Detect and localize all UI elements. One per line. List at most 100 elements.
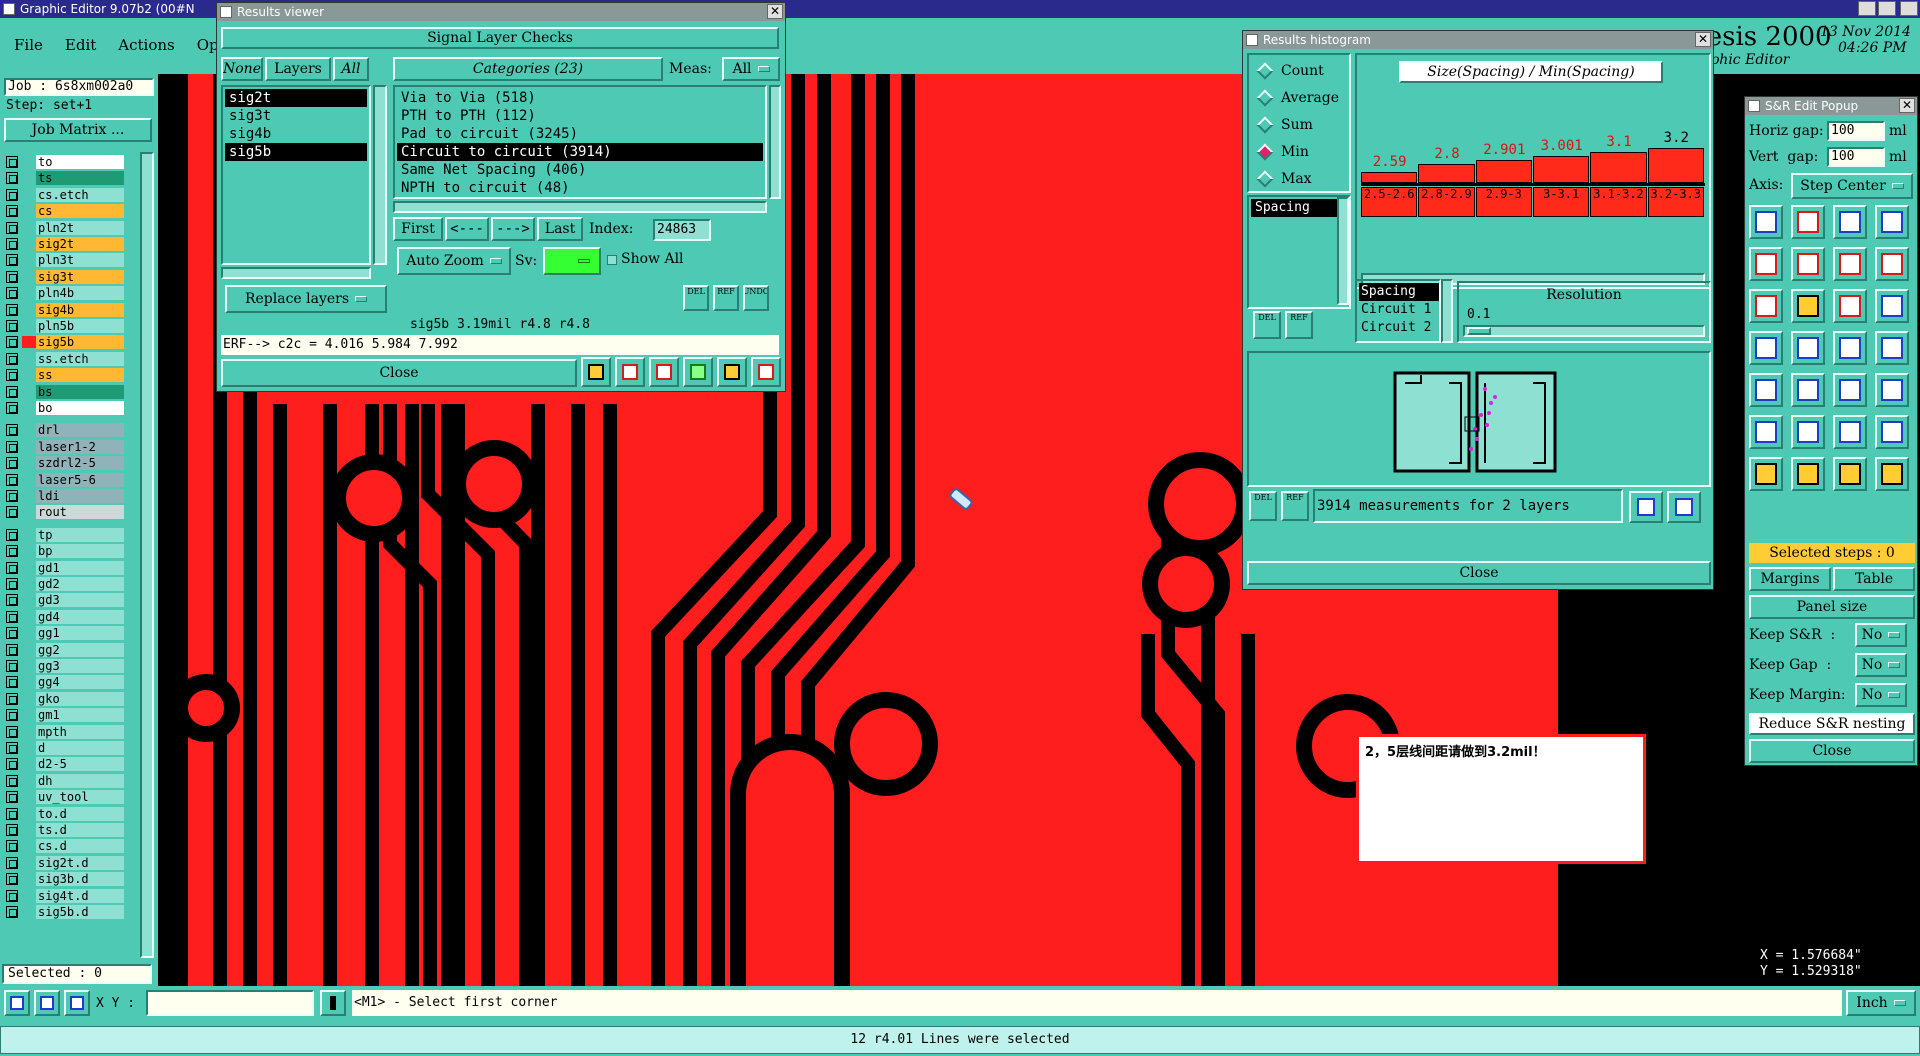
snap-tool-icon[interactable] [64,990,90,1016]
layer-checkbox[interactable] [6,156,18,168]
layer-checkbox[interactable] [6,457,18,470]
alert-icon[interactable] [320,990,346,1016]
auto-zoom-dropdown[interactable]: Auto Zoom [397,247,511,275]
sr-tool-icon-10[interactable] [1791,289,1825,323]
radio-indicator[interactable] [1256,116,1274,134]
export-icon[interactable] [615,357,645,387]
layer-row-to[interactable]: to [6,154,124,170]
report-icon[interactable] [717,357,747,387]
number-icon[interactable] [683,357,713,387]
layer-checkbox[interactable] [6,824,18,836]
results-viewer-titlebar[interactable]: Results viewer ✕ [217,3,785,21]
hist-del-button[interactable]: DEL [1253,311,1281,339]
sr-tool-icon-22[interactable] [1791,415,1825,449]
layer-row-sig4b[interactable]: sig4b [6,302,124,318]
layer-row-pln4b[interactable]: pln4b [6,285,124,301]
del-button[interactable]: DEL [683,285,709,311]
results-close-button[interactable]: Close [221,359,577,387]
clear-icon[interactable] [649,357,679,387]
layer-checkbox[interactable] [6,506,18,519]
close-icon[interactable]: ✕ [1899,98,1915,113]
sr-tool-icon-18[interactable] [1791,373,1825,407]
next-button[interactable]: ---> [491,217,535,241]
sr-tool-icon-8[interactable] [1875,247,1909,281]
layer-row-gg3[interactable]: gg3 [6,658,124,674]
sr-tool-icon-6[interactable] [1791,247,1825,281]
sr-tool-icon-23[interactable] [1833,415,1867,449]
layer-row-gg4[interactable]: gg4 [6,674,124,690]
layer-checkbox[interactable] [6,840,18,853]
margins-button[interactable]: Margins [1749,567,1831,591]
index-input[interactable]: 24863 [653,219,711,241]
zoom-out-icon[interactable] [1667,491,1701,523]
layer-row-ldi[interactable]: ldi [6,488,124,504]
sr-tool-icon-13[interactable] [1749,331,1783,365]
hist-ref-button[interactable]: REF [1285,311,1313,339]
layer-checkbox[interactable] [6,742,18,754]
axis-dropdown[interactable]: Step Center [1791,173,1913,199]
xy-input[interactable] [146,990,314,1016]
sr-tool-icon-27[interactable] [1833,457,1867,491]
category-item[interactable]: Same Net Spacing (406) [397,161,763,179]
minimize-icon[interactable] [1858,1,1876,16]
layer-checkbox[interactable] [6,643,18,656]
layer-checkbox[interactable] [6,791,18,804]
layer-row-ts-d[interactable]: ts.d [6,822,124,838]
layer-checkbox[interactable] [6,221,18,234]
maximize-icon[interactable] [1878,1,1896,16]
axis-item[interactable]: Circuit 1 [1359,301,1439,319]
resolution-slider[interactable] [1463,325,1705,337]
layer-checkbox[interactable] [6,561,18,574]
layer-row-bs[interactable]: bs [6,384,124,400]
sr-tool-icon-9[interactable] [1749,289,1783,323]
radio-indicator[interactable] [1256,143,1274,161]
sr-tool-icon-20[interactable] [1875,373,1909,407]
zoom-in-icon[interactable] [1629,491,1663,523]
layer-checkbox[interactable] [6,270,18,283]
sr-tool-icon-15[interactable] [1833,331,1867,365]
keep-sr-dropdown[interactable]: No [1855,623,1907,647]
layer-checkbox[interactable] [6,188,18,201]
layer-row-cs-d[interactable]: cs.d [6,838,124,854]
results-layer-item[interactable]: sig5b [225,143,367,161]
layer-row-sig5b-d[interactable]: sig5b.d [6,904,124,920]
layer-checkbox[interactable] [6,352,18,365]
layer-checkbox[interactable] [6,906,18,918]
layer-checkbox[interactable] [6,807,18,820]
layer-row-to-d[interactable]: to.d [6,806,124,822]
layer-row-rout[interactable]: rout [6,504,124,520]
histogram-bar[interactable] [1590,152,1647,183]
layer-checkbox[interactable] [6,402,18,414]
layer-checkbox[interactable] [6,254,18,267]
ref-button[interactable]: REF [713,285,739,311]
layer-list-hscroll[interactable] [221,267,371,279]
select-tool-icon[interactable] [4,990,30,1016]
layer-row-gko[interactable]: gko [6,691,124,707]
layer-row-d[interactable]: d [6,740,124,756]
layer-checkbox[interactable] [6,889,18,902]
metric-item[interactable]: Spacing [1251,199,1337,217]
layer-row-gd3[interactable]: gd3 [6,592,124,608]
layer-row-cs-etch[interactable]: cs.etch [6,187,124,203]
layer-row-laser5-6[interactable]: laser5-6 [6,472,124,488]
sr-tool-icon-14[interactable] [1791,331,1825,365]
sr-tool-icon-7[interactable] [1833,247,1867,281]
layer-row-uv-tool[interactable]: uv_tool [6,789,124,805]
axis-item[interactable]: Circuit 2 [1359,319,1439,337]
measure-tool-icon[interactable] [34,990,60,1016]
layer-checkbox[interactable] [6,336,18,349]
layer-row-cs[interactable]: cs [6,203,124,219]
unit-dropdown[interactable]: Inch [1846,990,1916,1016]
histogram-bar[interactable] [1361,171,1418,183]
layer-row-gg2[interactable]: gg2 [6,642,124,658]
layer-checkbox[interactable] [6,594,18,607]
layer-row-sig2t-d[interactable]: sig2t.d [6,855,124,871]
layer-row-laser1-2[interactable]: laser1-2 [6,439,124,455]
layer-checkbox[interactable] [6,774,18,787]
layer-checkbox[interactable] [6,369,18,382]
highlight-icon[interactable] [581,357,611,387]
radio-indicator[interactable] [1256,170,1274,188]
none-button[interactable]: None [221,57,263,81]
first-button[interactable]: First [393,217,443,241]
sr-tool-icon-1[interactable] [1749,205,1783,239]
